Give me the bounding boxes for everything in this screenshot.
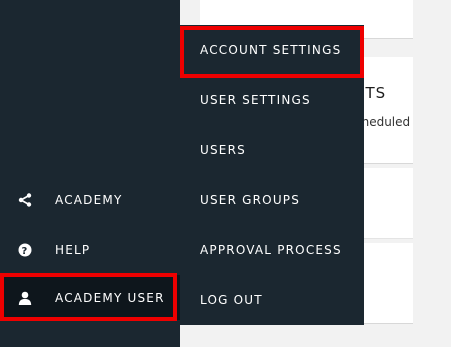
- sidebar-item-label: ACADEMY USER: [55, 290, 165, 305]
- user-dropdown-menu: ACCOUNT SETTINGS USER SETTINGS USERS USE…: [180, 25, 364, 325]
- help-circle-icon: ?: [17, 242, 33, 258]
- svg-text:?: ?: [21, 246, 28, 257]
- menu-item-label: LOG OUT: [200, 293, 263, 307]
- menu-item-user-settings[interactable]: USER SETTINGS: [180, 75, 364, 125]
- menu-item-users[interactable]: USERS: [180, 125, 364, 175]
- sidebar-item-label: ACADEMY: [55, 193, 123, 207]
- sidebar-item-academy[interactable]: ACADEMY: [0, 175, 180, 225]
- sidebar-item-academy-user[interactable]: ACADEMY USER: [0, 275, 180, 320]
- menu-item-label: USER GROUPS: [200, 193, 301, 207]
- menu-item-approval-process[interactable]: APPROVAL PROCESS: [180, 225, 364, 275]
- menu-item-label: USERS: [200, 143, 246, 157]
- sidebar-item-label: HELP: [55, 243, 91, 257]
- menu-item-label: ACCOUNT SETTINGS: [200, 43, 342, 57]
- menu-item-log-out[interactable]: LOG OUT: [180, 275, 364, 325]
- share-icon: [17, 192, 33, 208]
- menu-item-user-groups[interactable]: USER GROUPS: [180, 175, 364, 225]
- menu-item-account-settings[interactable]: ACCOUNT SETTINGS: [180, 25, 364, 75]
- user-icon: [17, 290, 33, 306]
- sidebar-item-help[interactable]: ? HELP: [0, 225, 180, 275]
- sidebar: ACADEMY ? HELP ACADEMY USER: [0, 0, 180, 347]
- menu-item-label: APPROVAL PROCESS: [200, 243, 342, 257]
- menu-item-label: USER SETTINGS: [200, 93, 311, 107]
